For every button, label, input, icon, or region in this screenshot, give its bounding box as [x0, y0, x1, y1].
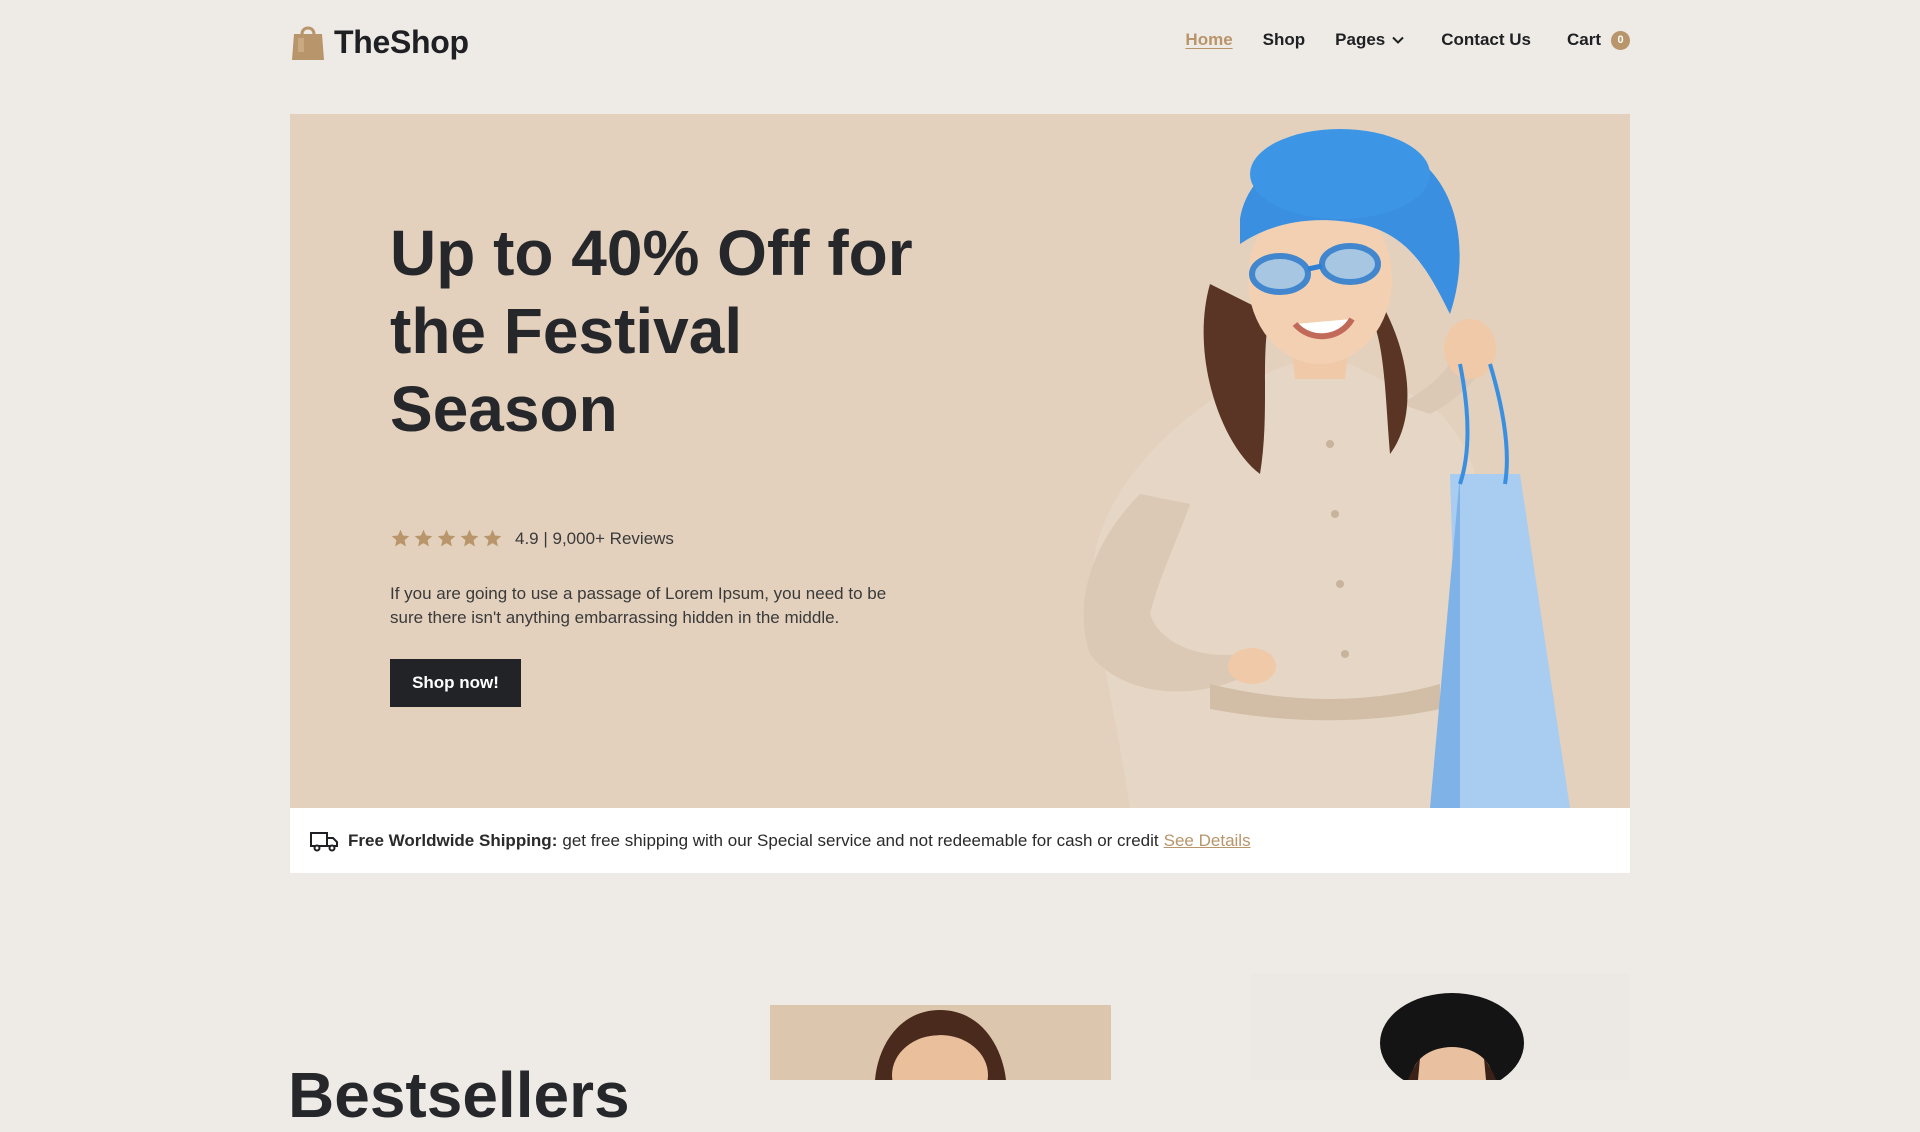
logo[interactable]: TheShop	[290, 22, 469, 62]
hero-model-image	[1083, 129, 1570, 808]
product-card-image[interactable]	[770, 1005, 1111, 1080]
cart-count-badge: 0	[1611, 30, 1630, 50]
bestsellers-title: Bestsellers	[288, 1059, 630, 1131]
truck-icon	[310, 831, 338, 851]
product-man-image	[770, 1005, 1111, 1080]
shipping-text: get free shipping with our Special servi…	[562, 830, 1159, 850]
hero-description: If you are going to use a passage of Lor…	[390, 584, 887, 627]
shop-now-button[interactable]: Shop now!	[390, 659, 521, 707]
see-details-link[interactable]: See Details	[1164, 831, 1251, 851]
shipping-info-bar: Free Worldwide Shipping: get free shippi…	[290, 808, 1630, 873]
star-icon	[460, 529, 479, 547]
hero-banner: Up to 40% Off for the Festival Season 4.…	[290, 114, 1630, 808]
star-icon	[483, 529, 502, 547]
star-icon	[414, 529, 433, 547]
nav-pages-label: Pages	[1335, 30, 1386, 49]
star-icon	[437, 529, 456, 547]
brand-name: TheShop	[334, 23, 469, 60]
nav-home[interactable]: Home	[1185, 30, 1232, 50]
hero-title: Up to 40% Off for the Festival Season	[390, 217, 913, 445]
cart-label: Cart	[1566, 30, 1601, 49]
nav-pages[interactable]: Pages	[1335, 30, 1405, 50]
shopping-bag-icon	[292, 26, 324, 60]
star-icon	[391, 529, 410, 547]
nav-contact[interactable]: Contact Us	[1441, 30, 1531, 50]
main-nav: Home Shop Pages Contact Us Cart 0	[1185, 30, 1630, 50]
nav-cart[interactable]: Cart 0	[1567, 30, 1630, 50]
product-card-image[interactable]	[1250, 973, 1630, 1080]
rating: 4.9 | 9,000+ Reviews	[390, 528, 674, 549]
shipping-heading: Free Worldwide Shipping:	[348, 830, 558, 850]
product-woman-image	[1250, 973, 1630, 1080]
rating-text: 4.9 | 9,000+ Reviews	[515, 528, 674, 548]
nav-shop[interactable]: Shop	[1263, 30, 1306, 50]
chevron-down-icon	[1392, 36, 1404, 44]
